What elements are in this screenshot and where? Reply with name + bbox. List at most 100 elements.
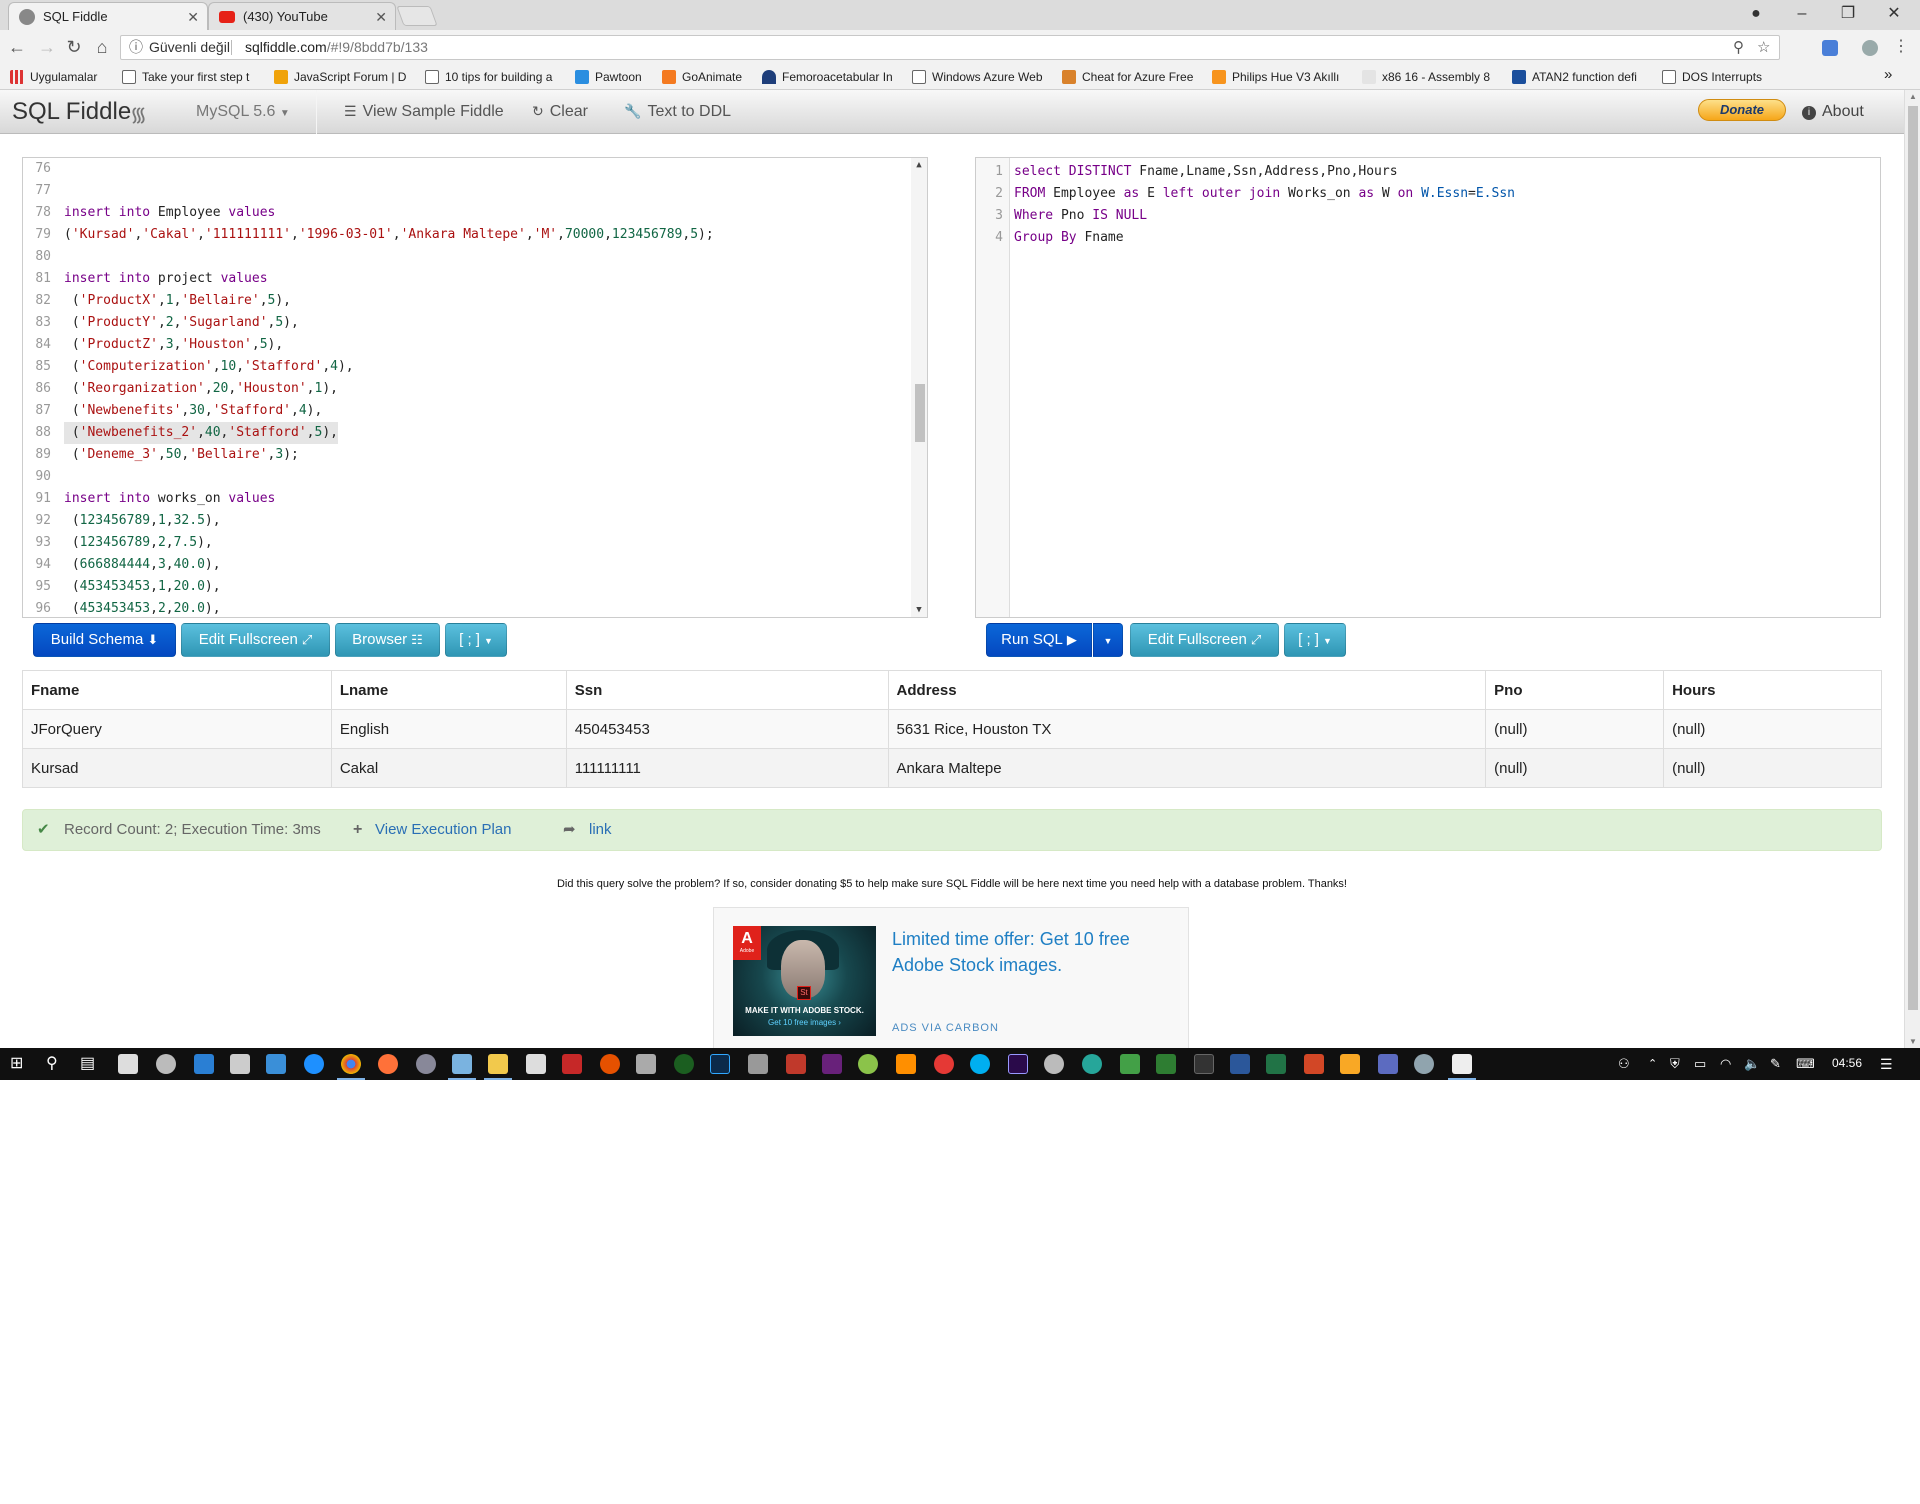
- ads-via-carbon-link[interactable]: ADS VIA CARBON: [892, 1022, 999, 1034]
- donate-button[interactable]: Donate: [1698, 99, 1786, 121]
- minimize-icon[interactable]: –: [1780, 0, 1824, 28]
- keyboard-icon[interactable]: ⌨: [1796, 1053, 1815, 1075]
- search-icon[interactable]: ⚲: [46, 1053, 58, 1075]
- bookmark-item[interactable]: GoAnimate: [662, 69, 742, 85]
- app-icon[interactable]: [1044, 1054, 1064, 1074]
- utorrent-icon[interactable]: [674, 1054, 694, 1074]
- chevron-up-icon[interactable]: ⌃: [1648, 1053, 1657, 1075]
- bookmark-item[interactable]: Pawtoon: [575, 69, 642, 85]
- word-icon[interactable]: [1230, 1054, 1250, 1074]
- edit-fullscreen-right-button[interactable]: Edit Fullscreen ⤢: [1130, 623, 1279, 657]
- people-icon[interactable]: ⚇: [1618, 1053, 1630, 1075]
- edit-fullscreen-left-button[interactable]: Edit Fullscreen ⤢: [181, 623, 330, 657]
- window-close-icon[interactable]: ✕: [1872, 0, 1916, 28]
- app-icon[interactable]: [1082, 1054, 1102, 1074]
- pen-icon[interactable]: ✎: [1770, 1053, 1781, 1075]
- visual-studio-icon[interactable]: [822, 1054, 842, 1074]
- view-execution-plan-link[interactable]: View Execution Plan: [375, 810, 511, 850]
- back-arrow-icon[interactable]: ←: [6, 36, 28, 58]
- notification-icon[interactable]: ☰: [1880, 1053, 1893, 1075]
- bookmark-item[interactable]: ATAN2 function defi: [1512, 69, 1637, 85]
- restore-icon[interactable]: ❐: [1826, 0, 1870, 28]
- premiere-icon[interactable]: [1008, 1054, 1028, 1074]
- notepad-icon[interactable]: [448, 1054, 476, 1080]
- chrome-icon[interactable]: [337, 1054, 365, 1080]
- defender-icon[interactable]: ⛨: [1670, 1053, 1680, 1075]
- run-sql-dropdown[interactable]: ▼: [1093, 623, 1123, 657]
- tab-youtube[interactable]: (430) YouTube ✕: [208, 2, 396, 30]
- bookmark-item[interactable]: 10 tips for building a: [425, 69, 552, 85]
- scroll-up-arrow-icon[interactable]: ▲: [1905, 92, 1920, 101]
- bookmark-item[interactable]: Windows Azure Web: [912, 69, 1043, 85]
- run-sql-button[interactable]: Run SQL ▶: [986, 623, 1092, 657]
- keyboard-app-icon[interactable]: [1378, 1054, 1398, 1074]
- bookmark-item[interactable]: DOS Interrupts: [1662, 69, 1762, 85]
- firefox-icon[interactable]: [378, 1054, 398, 1074]
- bookmark-item[interactable]: JavaScript Forum | D: [274, 69, 406, 85]
- translate-extension-icon[interactable]: [1822, 40, 1838, 56]
- skype-icon[interactable]: [970, 1054, 990, 1074]
- bookmark-item[interactable]: Philips Hue V3 Akıllı: [1212, 69, 1339, 85]
- address-bar[interactable]: ⓘ Güvenli değil sqlfiddle.com/#!9/8bdd7b…: [120, 35, 1780, 60]
- bookmark-item[interactable]: Cheat for Azure Free: [1062, 69, 1193, 85]
- app-icon[interactable]: [1340, 1054, 1360, 1074]
- scroll-up-arrow-icon[interactable]: ▲: [911, 160, 927, 170]
- excel-icon[interactable]: [1266, 1054, 1286, 1074]
- ad-image[interactable]: A Adobe St MAKE IT WITH ADOBE STOCK. Get…: [733, 926, 876, 1036]
- app-icon[interactable]: [786, 1054, 806, 1074]
- bookmark-item[interactable]: x86 16 - Assembly 8: [1362, 69, 1490, 85]
- terminator-left-dropdown[interactable]: [ ; ] ▼: [445, 623, 507, 657]
- acrobat-icon[interactable]: [562, 1054, 582, 1074]
- app-icon[interactable]: [636, 1054, 656, 1074]
- photoshop-icon[interactable]: [710, 1054, 730, 1074]
- query-editor[interactable]: 1 2 3 4 select DISTINCT Fname,Lname,Ssn,…: [975, 157, 1881, 618]
- app-icon[interactable]: [1156, 1054, 1176, 1074]
- extension-icon[interactable]: [1862, 40, 1878, 56]
- store-icon[interactable]: [526, 1054, 546, 1074]
- carbon-ad[interactable]: A Adobe St MAKE IT WITH ADOBE STOCK. Get…: [713, 907, 1189, 1048]
- mail-icon[interactable]: [118, 1054, 138, 1074]
- bookmark-item[interactable]: Femoroacetabular In: [762, 69, 893, 85]
- vlc-icon[interactable]: [896, 1054, 916, 1074]
- editor-scrollbar[interactable]: ▲ ▼: [911, 158, 927, 617]
- app-icon[interactable]: [600, 1054, 620, 1074]
- reload-icon[interactable]: ↻: [63, 36, 85, 58]
- bookmark-item[interactable]: Take your first step t: [122, 69, 249, 85]
- home-icon[interactable]: ⌂: [91, 36, 113, 58]
- app-icon[interactable]: [748, 1054, 768, 1074]
- permalink-link[interactable]: link: [589, 810, 612, 850]
- scrollbar-thumb[interactable]: [1908, 106, 1918, 1010]
- settings-gear-icon[interactable]: [156, 1054, 176, 1074]
- clear-button[interactable]: ↻ Clear: [532, 103, 588, 121]
- app-icon[interactable]: [1448, 1054, 1476, 1080]
- battery-icon[interactable]: ▭: [1694, 1053, 1706, 1075]
- volume-icon[interactable]: 🔈: [1744, 1053, 1760, 1075]
- text-to-ddl-button[interactable]: 🔧 Text to DDL: [624, 103, 731, 121]
- forward-arrow-icon[interactable]: →: [36, 36, 58, 58]
- build-schema-button[interactable]: Build Schema ⬇: [33, 623, 176, 657]
- scroll-down-arrow-icon[interactable]: ▼: [911, 605, 927, 615]
- menu-icon[interactable]: ⋮: [1890, 36, 1912, 58]
- scrollbar-thumb[interactable]: [915, 384, 925, 442]
- app-icon[interactable]: [858, 1054, 878, 1074]
- view-sample-fiddle-button[interactable]: ☰ View Sample Fiddle: [344, 103, 504, 121]
- app-icon[interactable]: [416, 1054, 436, 1074]
- about-button[interactable]: i About: [1802, 103, 1864, 121]
- wifi-icon[interactable]: ◠: [1720, 1053, 1731, 1075]
- page-scrollbar[interactable]: ▲ ▼: [1904, 90, 1920, 1048]
- taskbar-clock[interactable]: 04:56: [1832, 1056, 1862, 1070]
- brand-title[interactable]: SQL Fiddle: [12, 98, 131, 126]
- terminal-icon[interactable]: [1194, 1054, 1214, 1074]
- computer-icon[interactable]: [194, 1054, 214, 1074]
- file-explorer-icon[interactable]: [484, 1054, 512, 1080]
- browser-button[interactable]: Browser ☷: [335, 623, 440, 657]
- scroll-down-arrow-icon[interactable]: ▼: [1905, 1037, 1920, 1046]
- schema-editor[interactable]: 76 77 78 79 80 81 82 83 84 85 86 87 88 8…: [22, 157, 928, 618]
- terminator-right-dropdown[interactable]: [ ; ] ▼: [1284, 623, 1346, 657]
- bookmark-star-icon[interactable]: ☆: [1757, 36, 1770, 59]
- ad-headline-link[interactable]: Limited time offer: Get 10 free Adobe St…: [892, 926, 1162, 978]
- close-icon[interactable]: ✕: [375, 3, 387, 31]
- zoom-icon[interactable]: ⚲: [1733, 36, 1744, 59]
- bookmark-apps[interactable]: Uygulamalar: [10, 69, 97, 85]
- windows-start-icon[interactable]: ⊞: [10, 1053, 23, 1075]
